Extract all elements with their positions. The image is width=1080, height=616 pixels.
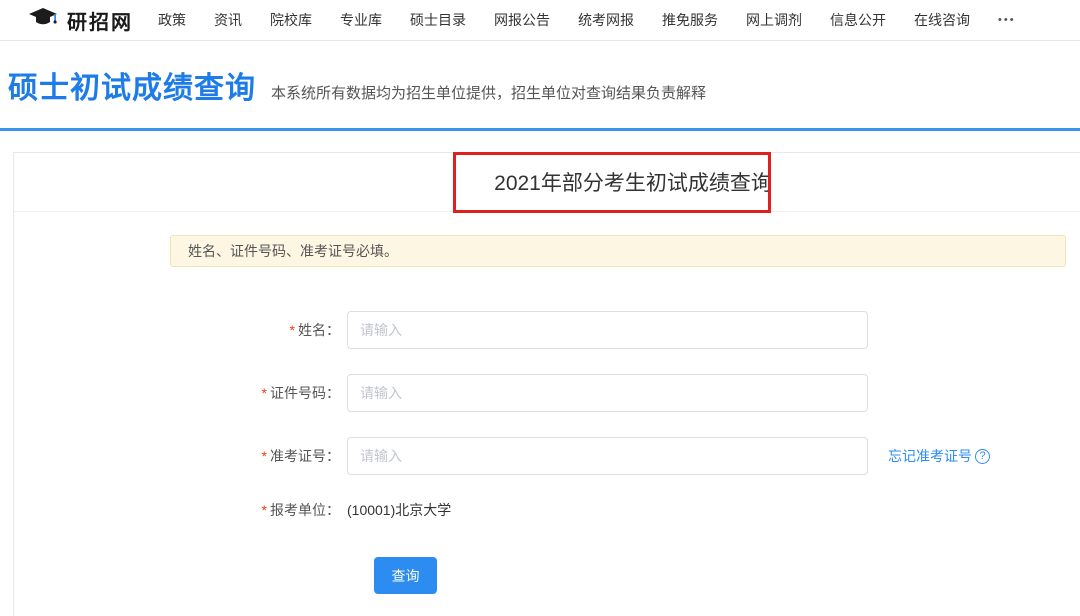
card-body: 姓名、证件号码、准考证号必填。 *姓名： *证件号码： *准考证号： 忘记准考证… xyxy=(14,212,1080,594)
nav-item-online-adjustment[interactable]: 网上调剂 xyxy=(746,10,802,30)
required-asterisk: * xyxy=(262,385,267,401)
blue-divider xyxy=(0,128,1080,131)
top-navbar: 研招网 政策 资讯 院校库 专业库 硕士目录 网报公告 统考网报 推免服务 网上… xyxy=(0,0,1080,41)
nav-item-master-catalog[interactable]: 硕士目录 xyxy=(410,10,466,30)
forgot-ticket-link[interactable]: 忘记准考证号 ? xyxy=(888,446,990,466)
page-subtitle: 本系统所有数据均为招生单位提供，招生单位对查询结果负责解释 xyxy=(271,82,706,103)
site-logo[interactable]: 研招网 xyxy=(28,6,133,35)
name-input[interactable] xyxy=(347,311,868,349)
score-query-card: 2021年部分考生初试成绩查询 姓名、证件号码、准考证号必填。 *姓名： *证件… xyxy=(13,152,1080,616)
page-header: 硕士初试成绩查询 本系统所有数据均为招生单位提供，招生单位对查询结果负责解释 xyxy=(0,41,1080,128)
form-row-submit: 查询 xyxy=(14,557,1080,594)
apply-unit-value: (10001)北京大学 xyxy=(347,500,451,520)
id-number-label: *证件号码： xyxy=(14,383,340,403)
nav-item-report-notice[interactable]: 网报公告 xyxy=(494,10,550,30)
admission-ticket-label: *准考证号： xyxy=(14,446,340,466)
graduation-cap-icon xyxy=(28,7,58,34)
nav-item-major-database[interactable]: 专业库 xyxy=(340,10,382,30)
query-button[interactable]: 查询 xyxy=(374,557,437,594)
admission-ticket-input[interactable] xyxy=(347,437,868,475)
nav-item-online-consult[interactable]: 在线咨询 xyxy=(914,10,970,30)
nav-item-info-disclosure[interactable]: 信息公开 xyxy=(830,10,886,30)
card-header: 2021年部分考生初试成绩查询 xyxy=(14,153,1080,212)
nav-more-ellipsis-icon[interactable]: ••• xyxy=(998,14,1016,26)
form-row-name: *姓名： xyxy=(14,311,1080,349)
name-label: *姓名： xyxy=(14,320,340,340)
page: 研招网 政策 资讯 院校库 专业库 硕士目录 网报公告 统考网报 推免服务 网上… xyxy=(0,0,1080,616)
page-title: 硕士初试成绩查询 xyxy=(8,63,256,107)
form-row-admission-ticket: *准考证号： 忘记准考证号 ? xyxy=(14,437,1080,475)
card-title: 2021年部分考生初试成绩查询 xyxy=(494,167,772,197)
form-row-apply-unit: *报考单位： (10001)北京大学 xyxy=(14,500,1080,520)
nav-item-unified-exam-reg[interactable]: 统考网报 xyxy=(578,10,634,30)
nav-item-news[interactable]: 资讯 xyxy=(214,10,242,30)
id-number-input[interactable] xyxy=(347,374,868,412)
nav-item-exemption-service[interactable]: 推免服务 xyxy=(662,10,718,30)
nav-item-college-database[interactable]: 院校库 xyxy=(270,10,312,30)
nav-menu: 政策 资讯 院校库 专业库 硕士目录 网报公告 统考网报 推免服务 网上调剂 信… xyxy=(158,10,1016,30)
form-row-id-number: *证件号码： xyxy=(14,374,1080,412)
apply-unit-label: *报考单位： xyxy=(14,500,340,520)
required-fields-notice: 姓名、证件号码、准考证号必填。 xyxy=(170,235,1066,267)
required-asterisk: * xyxy=(262,502,267,518)
question-circle-icon: ? xyxy=(975,449,990,464)
required-asterisk: * xyxy=(290,322,295,338)
nav-item-policy[interactable]: 政策 xyxy=(158,10,186,30)
site-logo-text: 研招网 xyxy=(67,6,133,35)
required-asterisk: * xyxy=(262,448,267,464)
